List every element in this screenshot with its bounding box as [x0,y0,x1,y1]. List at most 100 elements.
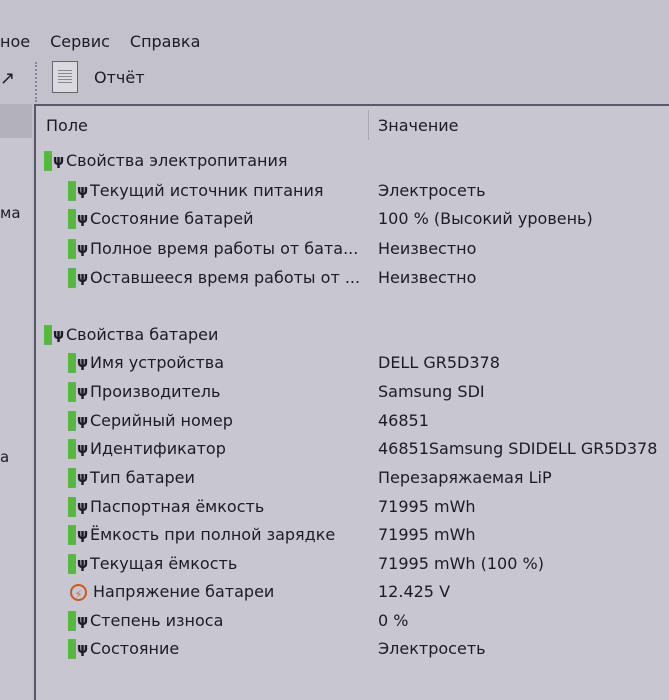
field-name: Имя устройства [90,353,225,372]
battery-icon [44,325,52,345]
list-item[interactable]: ψ Идентификатор 46851Samsung SDIDELL GR5D3… [36,436,669,462]
plug-icon: ψ [77,183,89,199]
battery-icon [68,468,76,488]
plug-icon: ψ [77,470,89,486]
plug-icon: ψ [53,327,65,343]
field-name: Оставшееся время работы от ... [90,268,361,287]
plug-icon: ψ [77,499,89,515]
list-item[interactable]: ψ Серийный номер 46851 [36,408,669,434]
field-name: Напряжение батареи [93,582,275,601]
battery-icon [68,639,76,659]
field-value: 71995 mWh [378,525,476,544]
voltage-icon: ⚡ [70,583,87,601]
list-item[interactable]: ψ Состояние батарей 100 % (Высокий уровень… [36,206,669,232]
column-divider[interactable] [368,110,369,140]
plug-icon: ψ [77,613,89,629]
list-item[interactable]: ψ Степень износа 0 % [36,608,669,634]
field-value: Электросеть [378,639,486,658]
list-item[interactable]: ψ Полное время работы от бата... Неизвестн… [36,236,669,262]
plug-icon: ψ [77,270,89,286]
field-name: Полное время работы от бата... [90,239,359,258]
tree-item-fragment[interactable]: а [0,448,9,466]
report-label: Отчёт [94,67,145,87]
details-list: Поле Значение ψ Свойства электропитания ψ Т… [34,104,669,700]
battery-icon [68,439,76,459]
battery-icon [68,525,76,545]
list-item[interactable]: ⚡ Напряжение батареи 12.425 V [36,579,669,605]
field-name: Производитель [90,382,221,401]
battery-icon [68,497,76,517]
field-value: 12.425 V [378,582,451,601]
field-name: Ёмкость при полной зарядке [90,525,336,544]
menu-item-view[interactable]: ное [0,28,30,56]
list-item[interactable]: ψ Паспортная ёмкость 71995 mWh [36,494,669,520]
list-item[interactable]: ψ Текущая ёмкость 71995 mWh (100 %) [36,551,669,577]
column-header-field[interactable]: Поле [46,116,88,135]
plug-icon: ψ [53,153,65,169]
plug-icon: ψ [77,211,89,227]
selected-tree-item[interactable] [0,104,32,138]
battery-icon [68,353,76,373]
field-value: Неизвестно [378,239,477,258]
field-name: Текущий источник питания [90,181,324,200]
field-name: Текущая ёмкость [90,554,238,573]
field-value: 100 % (Высокий уровень) [378,209,593,228]
group-header[interactable]: ψ Свойства батареи [36,322,669,348]
battery-icon [44,151,52,171]
plug-icon: ψ [77,556,89,572]
field-value: Неизвестно [378,268,477,287]
list-item[interactable]: ψ Состояние Электросеть [36,636,669,662]
menu-item-help[interactable]: Справка [130,28,201,56]
plug-icon: ψ [77,441,89,457]
list-item[interactable]: ψ Оставшееся время работы от ... Неизвестн… [36,265,669,291]
field-value: 71995 mWh (100 %) [378,554,544,573]
field-name: Тип батареи [90,468,195,487]
battery-icon [68,209,76,229]
group-title: Свойства электропитания [66,151,288,170]
battery-icon [68,268,76,288]
field-name: Состояние [90,639,180,658]
list-item[interactable]: ψ Ёмкость при полной зарядке 71995 mWh [36,522,669,548]
group-title: Свойства батареи [66,325,219,344]
field-value: Перезаряжаемая LiP [378,468,552,487]
tree-item-fragment[interactable]: ма [0,204,21,222]
group-header[interactable]: ψ Свойства электропитания [36,148,669,174]
field-value: Электросеть [378,181,486,200]
field-value: 0 % [378,611,409,630]
field-value: 46851 [378,411,429,430]
list-item[interactable]: ψ Имя устройства DELL GR5D378 [36,350,669,376]
field-value: 71995 mWh [378,497,476,516]
plug-icon: ψ [77,241,89,257]
toolbar: ↗ Отчёт [0,58,669,102]
field-value: 46851Samsung SDIDELL GR5D378 [378,439,658,458]
battery-icon [68,181,76,201]
battery-icon [68,411,76,431]
menu-bar: ное Сервис Справка [0,28,220,56]
toolbar-separator [35,62,37,102]
column-header-value[interactable]: Значение [378,116,459,135]
field-name: Серийный номер [90,411,233,430]
field-name: Паспортная ёмкость [90,497,265,516]
plug-icon: ψ [77,384,89,400]
plug-icon: ψ [77,355,89,371]
battery-icon [68,554,76,574]
battery-icon [68,239,76,259]
list-item[interactable]: ψ Производитель Samsung SDI [36,379,669,405]
plug-icon: ψ [77,641,89,657]
chart-icon[interactable]: ↗ [0,68,15,92]
list-item[interactable]: ψ Текущий источник питания Электросеть [36,178,669,204]
battery-icon [68,382,76,402]
plug-icon: ψ [77,527,89,543]
field-name: Степень износа [90,611,224,630]
field-value: Samsung SDI [378,382,485,401]
navigation-tree[interactable]: ма а [0,104,32,700]
plug-icon: ψ [77,413,89,429]
document-icon [52,61,78,93]
report-button[interactable]: Отчёт [52,61,145,93]
battery-icon [68,611,76,631]
field-value: DELL GR5D378 [378,353,500,372]
list-item[interactable]: ψ Тип батареи Перезаряжаемая LiP [36,465,669,491]
field-name: Идентификатор [90,439,226,458]
field-name: Состояние батарей [90,209,254,228]
menu-item-service[interactable]: Сервис [50,28,110,56]
